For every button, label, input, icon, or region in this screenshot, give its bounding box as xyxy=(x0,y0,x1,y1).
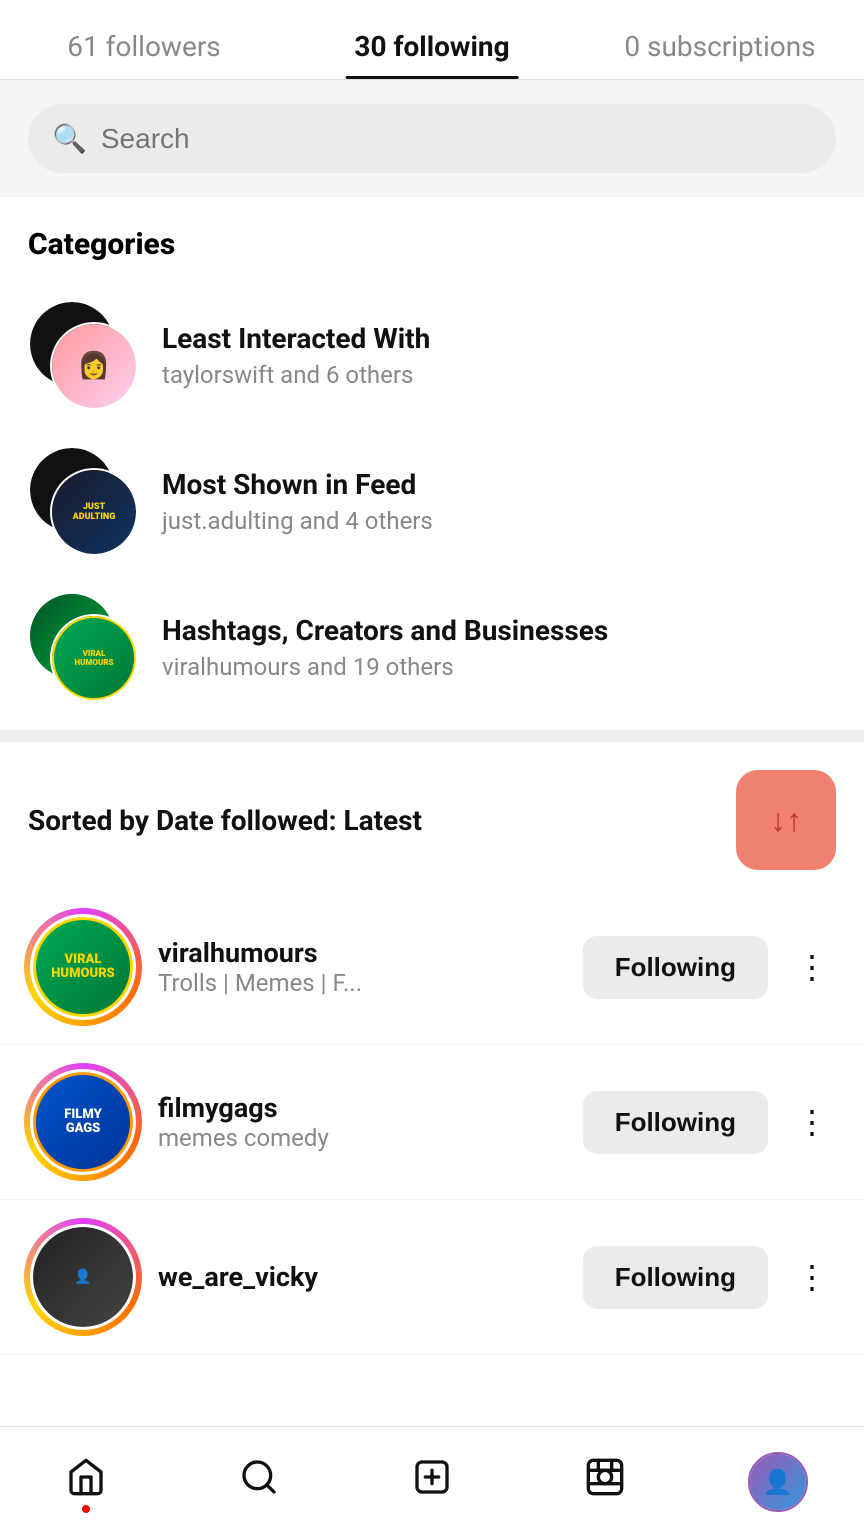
add-icon xyxy=(412,1457,452,1507)
following-button-viralhumours[interactable]: Following xyxy=(583,936,768,999)
sorted-label: Sorted by Date followed: Latest xyxy=(28,804,422,837)
user-info-filmygags: filmygags memes comedy xyxy=(158,1092,563,1152)
search-nav-icon xyxy=(239,1457,279,1507)
sort-button[interactable]: ↓↑ xyxy=(736,770,836,870)
category-info-1: Least Interacted With taylorswift and 6 … xyxy=(162,322,836,389)
tab-followers[interactable]: 61 followers xyxy=(0,12,288,79)
more-button-vicky[interactable]: ⋮ xyxy=(788,1258,836,1296)
home-notification-dot xyxy=(82,1505,90,1513)
category-avatars-1: ● 👩 xyxy=(28,300,138,410)
sorted-section: Sorted by Date followed: Latest ↓↑ xyxy=(0,742,864,870)
category-sub-3: viralhumours and 19 others xyxy=(162,653,836,681)
category-sub-2: just.adulting and 4 others xyxy=(162,507,836,535)
nav-add[interactable] xyxy=(392,1447,472,1517)
categories-title: Categories xyxy=(28,227,836,262)
user-avatar-filmygags[interactable]: FILMYGAGS xyxy=(28,1067,138,1177)
user-avatar-viralhumours[interactable]: VIRALHUMOURS xyxy=(28,912,138,1022)
avatar-front-2: JUSTADULTING xyxy=(50,468,138,556)
category-avatars-2: D JUSTADULTING xyxy=(28,446,138,556)
tab-subscriptions[interactable]: 0 subscriptions xyxy=(576,12,864,79)
vicky-avatar: 👤 xyxy=(33,1227,133,1327)
more-button-viralhumours[interactable]: ⋮ xyxy=(788,948,836,986)
user-info-viralhumours: viralhumours Trolls | Memes | F... xyxy=(158,937,563,997)
bottom-nav: 👤 xyxy=(0,1426,864,1536)
avatar-ring-img-3: 👤 xyxy=(33,1227,133,1327)
category-avatars-3: VIRALHUMOURS xyxy=(28,592,138,702)
avatar-woman-1: 👩 xyxy=(52,324,136,408)
tab-bar: 61 followers 30 following 0 subscription… xyxy=(0,0,864,80)
following-item-filmygags: FILMYGAGS filmygags memes comedy Followi… xyxy=(0,1045,864,1200)
more-button-filmygags[interactable]: ⋮ xyxy=(788,1103,836,1141)
section-divider xyxy=(0,730,864,742)
categories-section: Categories ● 👩 Least Interacted With tay… xyxy=(0,197,864,730)
category-info-2: Most Shown in Feed just.adulting and 4 o… xyxy=(162,468,836,535)
avatar-just-2: JUSTADULTING xyxy=(52,470,136,554)
avatar-front-3: VIRALHUMOURS xyxy=(50,614,138,702)
avatar-ring-img-2: FILMYGAGS xyxy=(33,1072,133,1172)
user-avatar-vicky[interactable]: 👤 xyxy=(28,1222,138,1332)
username-viralhumours: viralhumours xyxy=(158,937,563,969)
nav-profile[interactable]: 👤 xyxy=(738,1447,818,1517)
home-icon xyxy=(66,1457,106,1507)
filmy-gags-avatar: FILMYGAGS xyxy=(33,1072,133,1172)
avatar-front-1: 👩 xyxy=(50,322,138,410)
avatar-viral-3: VIRALHUMOURS xyxy=(52,616,136,700)
bio-viralhumours: Trolls | Memes | F... xyxy=(158,969,563,997)
following-item-vicky: 👤 we_are_vicky Following ⋮ xyxy=(0,1200,864,1355)
profile-avatar: 👤 xyxy=(748,1452,808,1512)
avatar-ring-img-1: VIRALHUMOURS xyxy=(33,917,133,1017)
search-icon: 🔍 xyxy=(52,122,87,155)
category-name-3: Hashtags, Creators and Businesses xyxy=(162,614,836,647)
category-item-most-shown[interactable]: D JUSTADULTING Most Shown in Feed just.a… xyxy=(28,428,836,574)
username-filmygags: filmygags xyxy=(158,1092,563,1124)
category-sub-1: taylorswift and 6 others xyxy=(162,361,836,389)
nav-reels[interactable] xyxy=(565,1447,645,1517)
search-container: 🔍 xyxy=(0,80,864,197)
category-info-3: Hashtags, Creators and Businesses viralh… xyxy=(162,614,836,681)
search-box: 🔍 xyxy=(28,104,836,173)
viral-humours-avatar: VIRALHUMOURS xyxy=(33,917,133,1017)
following-item-viralhumours: VIRALHUMOURS viralhumours Trolls | Memes… xyxy=(0,890,864,1045)
nav-search[interactable] xyxy=(219,1447,299,1517)
user-info-vicky: we_are_vicky xyxy=(158,1261,563,1293)
search-input[interactable] xyxy=(101,123,812,155)
following-button-filmygags[interactable]: Following xyxy=(583,1091,768,1154)
profile-avatar-inner: 👤 xyxy=(750,1454,806,1510)
following-list: VIRALHUMOURS viralhumours Trolls | Memes… xyxy=(0,890,864,1355)
category-item-hashtags[interactable]: VIRALHUMOURS Hashtags, Creators and Busi… xyxy=(28,574,836,720)
category-item-least-interacted[interactable]: ● 👩 Least Interacted With taylorswift an… xyxy=(28,282,836,428)
sorted-header: Sorted by Date followed: Latest ↓↑ xyxy=(28,770,836,870)
category-name-2: Most Shown in Feed xyxy=(162,468,836,501)
reels-icon xyxy=(585,1457,625,1507)
bio-filmygags: memes comedy xyxy=(158,1124,563,1152)
tab-following[interactable]: 30 following xyxy=(288,12,576,79)
category-name-1: Least Interacted With xyxy=(162,322,836,355)
nav-home[interactable] xyxy=(46,1447,126,1517)
following-button-vicky[interactable]: Following xyxy=(583,1246,768,1309)
username-vicky: we_are_vicky xyxy=(158,1261,563,1293)
